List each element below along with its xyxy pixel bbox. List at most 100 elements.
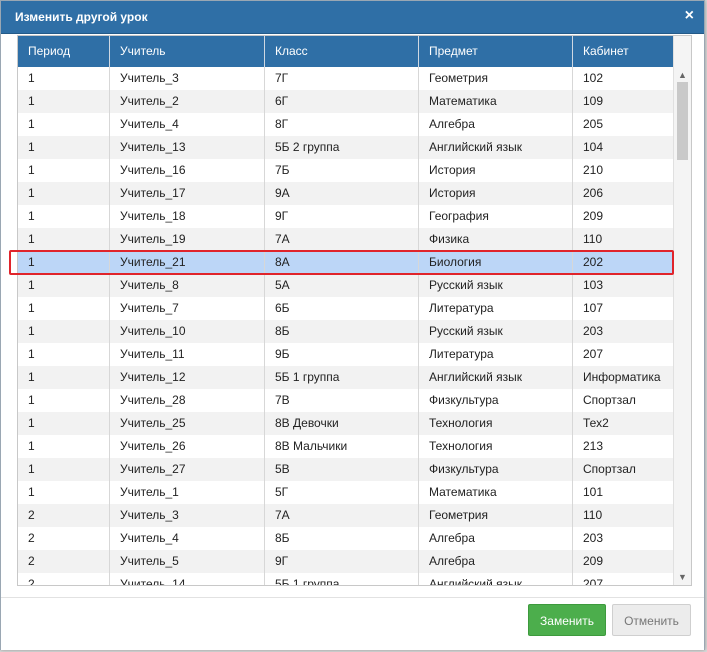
cell-class: 7Г bbox=[265, 67, 419, 90]
table-row[interactable]: 2 Учитель_4 8Б Алгебра 203 bbox=[18, 527, 674, 550]
cell-room: Спортзал bbox=[573, 389, 674, 412]
cell-teacher: Учитель_17 bbox=[110, 182, 265, 205]
table-row[interactable]: 1 Учитель_3 7Г Геометрия 102 bbox=[18, 67, 674, 90]
column-header-room[interactable]: Кабинет bbox=[573, 36, 674, 67]
cell-period: 1 bbox=[18, 389, 110, 412]
cell-class: 5Б 2 группа bbox=[265, 136, 419, 159]
table-row-selected[interactable]: 1 Учитель_21 8А Биология 202 bbox=[18, 251, 674, 274]
dialog-titlebar: Изменить другой урок × bbox=[1, 1, 704, 34]
table-row[interactable]: 1 Учитель_26 8В Мальчики Технология 213 bbox=[18, 435, 674, 458]
cell-room: 206 bbox=[573, 182, 674, 205]
cell-period: 1 bbox=[18, 481, 110, 504]
cell-period: 1 bbox=[18, 412, 110, 435]
cell-teacher: Учитель_2 bbox=[110, 90, 265, 113]
cell-teacher: Учитель_26 bbox=[110, 435, 265, 458]
table-row[interactable]: 1 Учитель_19 7А Физика 110 bbox=[18, 228, 674, 251]
table-body: 1 Учитель_3 7Г Геометрия 102 1 Учитель_2 6Г Мате… bbox=[18, 67, 674, 585]
cell-class: 5А bbox=[265, 274, 419, 297]
cell-room: 207 bbox=[573, 343, 674, 366]
cell-subject: Русский язык bbox=[419, 274, 573, 297]
table-row[interactable]: 1 Учитель_4 8Г Алгебра 205 bbox=[18, 113, 674, 136]
cell-subject: Английский язык bbox=[419, 366, 573, 389]
cell-teacher: Учитель_25 bbox=[110, 412, 265, 435]
cancel-button[interactable]: Отменить bbox=[612, 604, 691, 636]
cell-room: 207 bbox=[573, 573, 674, 585]
column-header-class[interactable]: Класс bbox=[265, 36, 419, 67]
column-header-teacher[interactable]: Учитель bbox=[110, 36, 265, 67]
cell-teacher: Учитель_3 bbox=[110, 504, 265, 527]
cell-room: 107 bbox=[573, 297, 674, 320]
cell-class: 8Б bbox=[265, 320, 419, 343]
cell-subject: История bbox=[419, 159, 573, 182]
cell-subject: Технология bbox=[419, 435, 573, 458]
table-row[interactable]: 1 Учитель_18 9Г География 209 bbox=[18, 205, 674, 228]
cell-room: 104 bbox=[573, 136, 674, 159]
cell-room: 109 bbox=[573, 90, 674, 113]
cell-teacher: Учитель_19 bbox=[110, 228, 265, 251]
cell-class: 8В Мальчики bbox=[265, 435, 419, 458]
cell-teacher: Учитель_5 bbox=[110, 550, 265, 573]
cell-period: 1 bbox=[18, 182, 110, 205]
cell-subject: Физкультура bbox=[419, 389, 573, 412]
vertical-scrollbar[interactable]: ▲ ▼ bbox=[673, 36, 691, 585]
cell-class: 6Г bbox=[265, 90, 419, 113]
cell-class: 7В bbox=[265, 389, 419, 412]
scroll-up-icon[interactable]: ▲ bbox=[674, 67, 691, 83]
table-row[interactable]: 1 Учитель_8 5А Русский язык 103 bbox=[18, 274, 674, 297]
cell-room: 203 bbox=[573, 527, 674, 550]
table-row[interactable]: 1 Учитель_10 8Б Русский язык 203 bbox=[18, 320, 674, 343]
table-row[interactable]: 1 Учитель_16 7Б История 210 bbox=[18, 159, 674, 182]
table-row[interactable]: 1 Учитель_1 5Г Математика 101 bbox=[18, 481, 674, 504]
cell-room: Спортзал bbox=[573, 458, 674, 481]
replace-button[interactable]: Заменить bbox=[528, 604, 606, 636]
table-row[interactable]: 1 Учитель_17 9А История 206 bbox=[18, 182, 674, 205]
cell-subject: Биология bbox=[419, 251, 573, 274]
cell-class: 5В bbox=[265, 458, 419, 481]
cell-teacher: Учитель_3 bbox=[110, 67, 265, 90]
edit-lesson-dialog: Изменить другой урок × Период Учитель Кл… bbox=[0, 0, 705, 650]
scroll-down-icon[interactable]: ▼ bbox=[674, 569, 691, 585]
column-header-subject[interactable]: Предмет bbox=[419, 36, 573, 67]
cell-room: 110 bbox=[573, 228, 674, 251]
table-row[interactable]: 1 Учитель_2 6Г Математика 109 bbox=[18, 90, 674, 113]
cell-class: 6Б bbox=[265, 297, 419, 320]
cell-subject: Алгебра bbox=[419, 113, 573, 136]
cell-subject: Физкультура bbox=[419, 458, 573, 481]
cell-period: 1 bbox=[18, 274, 110, 297]
cell-period: 1 bbox=[18, 320, 110, 343]
cell-class: 7А bbox=[265, 504, 419, 527]
cell-room: 205 bbox=[573, 113, 674, 136]
cell-teacher: Учитель_11 bbox=[110, 343, 265, 366]
table-row[interactable]: 2 Учитель_5 9Г Алгебра 209 bbox=[18, 550, 674, 573]
cell-teacher: Учитель_10 bbox=[110, 320, 265, 343]
table-row[interactable]: 1 Учитель_11 9Б Литература 207 bbox=[18, 343, 674, 366]
close-icon[interactable]: × bbox=[685, 7, 694, 25]
cell-subject: Алгебра bbox=[419, 527, 573, 550]
cell-teacher: Учитель_18 bbox=[110, 205, 265, 228]
scrollbar-thumb[interactable] bbox=[677, 82, 688, 160]
cell-teacher: Учитель_16 bbox=[110, 159, 265, 182]
table-row[interactable]: 1 Учитель_13 5Б 2 группа Английский язык 104 bbox=[18, 136, 674, 159]
cell-teacher: Учитель_27 bbox=[110, 458, 265, 481]
table-row[interactable]: 2 Учитель_3 7А Геометрия 110 bbox=[18, 504, 674, 527]
table-row[interactable]: 1 Учитель_27 5В Физкультура Спортзал bbox=[18, 458, 674, 481]
cell-class: 9Г bbox=[265, 205, 419, 228]
table-header: Период Учитель Класс Предмет Кабинет bbox=[18, 36, 674, 67]
cell-class: 7А bbox=[265, 228, 419, 251]
table-row[interactable]: 1 Учитель_28 7В Физкультура Спортзал bbox=[18, 389, 674, 412]
table-row[interactable]: 1 Учитель_12 5Б 1 группа Английский язык Инф… bbox=[18, 366, 674, 389]
cell-room: 202 bbox=[573, 251, 674, 274]
cell-period: 1 bbox=[18, 159, 110, 182]
column-header-period[interactable]: Период bbox=[18, 36, 110, 67]
cell-teacher: Учитель_12 bbox=[110, 366, 265, 389]
cell-room: Тех2 bbox=[573, 412, 674, 435]
table-row[interactable]: 1 Учитель_7 6Б Литература 107 bbox=[18, 297, 674, 320]
table-row[interactable]: 1 Учитель_25 8В Девочки Технология Тех2 bbox=[18, 412, 674, 435]
cell-room: 209 bbox=[573, 550, 674, 573]
cell-subject: Математика bbox=[419, 90, 573, 113]
cell-room: 110 bbox=[573, 504, 674, 527]
cell-subject: Геометрия bbox=[419, 67, 573, 90]
cell-class: 8А bbox=[265, 251, 419, 274]
table-row[interactable]: 2 Учитель_14 5Б 1 группа Английский язык 207 bbox=[18, 573, 674, 585]
cell-class: 9Б bbox=[265, 343, 419, 366]
